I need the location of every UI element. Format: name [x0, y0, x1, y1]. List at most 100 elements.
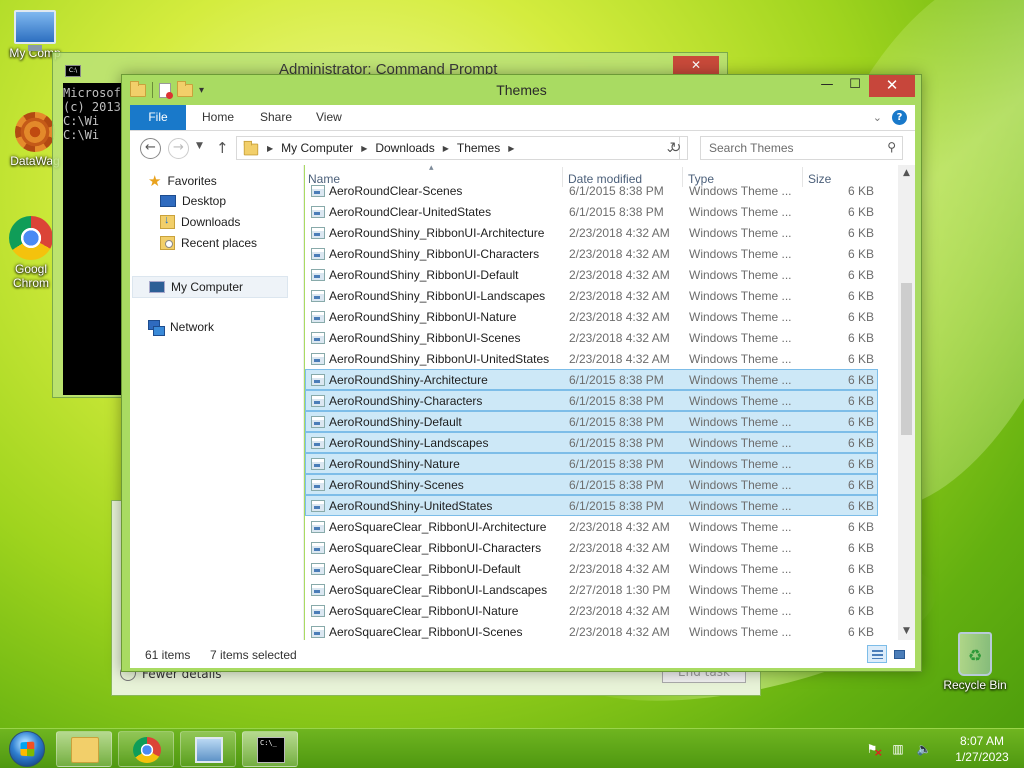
nav-favorites[interactable]: ★ Favorites — [148, 172, 217, 190]
nav-downloads[interactable]: Downloads — [160, 214, 240, 229]
file-date: 2/23/2018 4:32 AM — [569, 604, 670, 618]
theme-file-icon — [311, 479, 325, 491]
search-input[interactable] — [701, 137, 871, 159]
file-row[interactable]: AeroRoundShiny-Scenes 6/1/2015 8:38 PM Win… — [305, 474, 878, 495]
file-row[interactable]: AeroRoundShiny-Default 6/1/2015 8:38 PM Wi… — [305, 411, 878, 432]
file-row[interactable]: AeroSquareClear_RibbonUI-Scenes 2/23/2018… — [305, 621, 878, 640]
theme-file-icon — [311, 269, 325, 281]
file-row[interactable]: AeroSquareClear_RibbonUI-Architecture 2/2… — [305, 516, 878, 537]
file-type: Windows Theme ... — [689, 394, 792, 408]
taskbar-chrome-button[interactable] — [118, 731, 174, 767]
breadcrumb-arrow-icon[interactable]: ▶ — [443, 144, 449, 153]
tab-view[interactable]: View — [302, 105, 356, 130]
system-tray: ⚑ ▥ 🔈 8:07 AM 1/27/2023 — [864, 733, 1014, 765]
nav-my-computer[interactable]: My Computer — [132, 276, 288, 298]
volume-icon[interactable]: 🔈 — [916, 741, 932, 757]
file-row[interactable]: AeroRoundShiny_RibbonUI-Scenes 2/23/2018 … — [305, 327, 878, 348]
nav-recent-places[interactable]: Recent places — [160, 236, 257, 250]
file-size: 6 KB — [847, 394, 874, 408]
action-center-icon[interactable]: ⚑ — [864, 741, 883, 761]
file-type: Windows Theme ... — [689, 520, 792, 534]
file-row[interactable]: AeroRoundShiny-Landscapes 6/1/2015 8:38 P… — [305, 432, 878, 453]
file-date: 2/23/2018 4:32 AM — [569, 289, 670, 303]
file-type: Windows Theme ... — [689, 310, 792, 324]
file-row[interactable]: AeroRoundShiny_RibbonUI-Default 2/23/2018… — [305, 264, 878, 285]
file-name: AeroRoundShiny-UnitedStates — [329, 499, 493, 513]
file-row[interactable]: AeroRoundShiny-Architecture 6/1/2015 8:38… — [305, 369, 878, 390]
nav-label: Network — [170, 320, 215, 334]
up-button[interactable]: ↑ — [216, 139, 229, 157]
desktop-icon-recycle-bin[interactable]: Recycle Bin — [940, 632, 1010, 692]
breadcrumb-my-computer[interactable]: My Computer — [281, 141, 353, 155]
file-row[interactable]: AeroSquareClear_RibbonUI-Nature 2/23/2018… — [305, 600, 878, 621]
theme-file-icon — [311, 227, 325, 239]
file-row[interactable]: AeroRoundClear-UnitedStates 6/1/2015 8:38… — [305, 201, 878, 222]
maximize-button[interactable]: ☐ — [841, 75, 869, 97]
recent-locations-icon[interactable]: ▼ — [196, 141, 203, 151]
file-row[interactable]: AeroRoundShiny_RibbonUI-Architecture 2/23… — [305, 222, 878, 243]
file-type: Windows Theme ... — [689, 352, 792, 366]
scroll-up-icon[interactable]: ▲ — [898, 165, 915, 182]
file-row[interactable]: AeroRoundShiny_RibbonUI-UnitedStates 2/23… — [305, 348, 878, 369]
expand-ribbon-icon[interactable]: ⌄ — [873, 111, 882, 124]
theme-file-icon — [311, 521, 325, 533]
close-button[interactable]: ✕ — [869, 75, 915, 97]
file-date: 6/1/2015 8:38 PM — [569, 205, 664, 219]
taskbar-explorer-button[interactable] — [56, 731, 112, 767]
taskbar-monitor-button[interactable] — [180, 731, 236, 767]
start-button[interactable] — [9, 731, 45, 767]
file-name: AeroRoundShiny-Scenes — [329, 478, 464, 492]
forward-button[interactable]: → — [168, 138, 189, 159]
clock-time: 8:07 AM — [959, 734, 1005, 748]
nav-network[interactable]: Network — [148, 320, 215, 336]
network-icon — [148, 320, 165, 336]
address-bar[interactable]: ▶ My Computer ▶ Downloads ▶ Themes ▶ ⌄ — [236, 136, 680, 160]
file-list[interactable]: ▴ Name Date modified Type Size AeroRound… — [305, 165, 915, 640]
scroll-down-icon[interactable]: ▼ — [898, 623, 915, 640]
scrollbar-thumb[interactable] — [901, 283, 912, 435]
file-size: 6 KB — [847, 226, 874, 240]
nav-label: My Computer — [171, 280, 244, 294]
tab-file[interactable]: File — [130, 105, 186, 130]
nav-desktop[interactable]: Desktop — [160, 194, 226, 208]
tab-share[interactable]: Share — [246, 105, 306, 130]
large-icons-view-icon — [894, 650, 905, 659]
back-button[interactable]: ← — [140, 138, 161, 159]
vertical-scrollbar[interactable]: ▲ ▼ — [898, 165, 915, 640]
theme-file-icon — [311, 353, 325, 365]
file-row[interactable]: AeroRoundShiny-Characters 6/1/2015 8:38 P… — [305, 390, 878, 411]
details-view-icon — [872, 650, 883, 659]
minimize-button[interactable]: — — [813, 75, 841, 97]
file-type: Windows Theme ... — [689, 226, 792, 240]
file-row[interactable]: AeroRoundShiny-UnitedStates 6/1/2015 8:38… — [305, 495, 878, 516]
file-row[interactable]: AeroSquareClear_RibbonUI-Default 2/23/201… — [305, 558, 878, 579]
file-row[interactable]: AeroRoundShiny_RibbonUI-Nature 2/23/2018 … — [305, 306, 878, 327]
cmd-close-button[interactable]: ✕ — [673, 56, 719, 74]
breadcrumb-themes[interactable]: Themes — [457, 141, 500, 155]
explorer-window[interactable]: ▾ Themes — ☐ ✕ File Home Share View ⌄ ? … — [121, 74, 922, 672]
title-bar[interactable]: ▾ Themes — ☐ ✕ — [122, 75, 921, 105]
breadcrumb-arrow-icon[interactable]: ▶ — [267, 144, 273, 153]
refresh-button[interactable]: ↻ — [664, 136, 688, 160]
large-icons-view-button[interactable] — [889, 645, 909, 663]
file-row[interactable]: AeroRoundClear-Scenes 6/1/2015 8:38 PM Win… — [305, 180, 878, 201]
help-icon[interactable]: ? — [892, 110, 907, 125]
search-icon[interactable]: ⚲ — [887, 140, 896, 154]
details-view-button[interactable] — [867, 645, 887, 663]
network-icon[interactable]: ▥ — [890, 741, 906, 757]
file-row[interactable]: AeroRoundShiny_RibbonUI-Landscapes 2/23/2… — [305, 285, 878, 306]
search-box[interactable]: ⚲ — [700, 136, 903, 160]
file-row[interactable]: AeroRoundShiny-Nature 6/1/2015 8:38 PM Win… — [305, 453, 878, 474]
folder-icon — [243, 140, 259, 155]
breadcrumb-downloads[interactable]: Downloads — [375, 141, 434, 155]
file-row[interactable]: AeroSquareClear_RibbonUI-Landscapes 2/27/… — [305, 579, 878, 600]
breadcrumb-arrow-icon[interactable]: ▶ — [361, 144, 367, 153]
breadcrumb-arrow-icon[interactable]: ▶ — [508, 144, 514, 153]
taskbar-cmd-button[interactable]: C:\_ — [242, 731, 298, 767]
theme-file-icon — [311, 290, 325, 302]
file-row[interactable]: AeroSquareClear_RibbonUI-Characters 2/23/… — [305, 537, 878, 558]
file-row[interactable]: AeroRoundShiny_RibbonUI-Characters 2/23/2… — [305, 243, 878, 264]
theme-file-icon — [311, 626, 325, 638]
tab-home[interactable]: Home — [188, 105, 248, 130]
clock[interactable]: 8:07 AM 1/27/2023 — [950, 733, 1014, 765]
